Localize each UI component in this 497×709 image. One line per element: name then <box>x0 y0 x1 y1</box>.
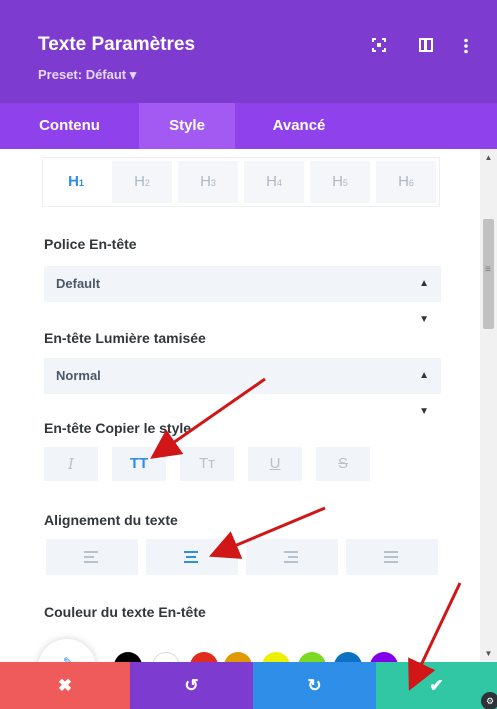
heading-level-tab[interactable]: H2 <box>112 161 172 203</box>
tab-style[interactable]: Style <box>139 103 235 149</box>
tab-advanced[interactable]: Avancé <box>235 103 363 149</box>
weight-select-value: Normal <box>56 368 101 383</box>
scroll-down-arrow-icon[interactable]: ▼ <box>480 645 497 662</box>
font-select-value: Default <box>56 276 101 291</box>
color-swatch[interactable] <box>262 652 290 662</box>
align-center-button[interactable] <box>146 539 238 575</box>
updown-arrow-icon: ▲ ▼ <box>419 370 429 417</box>
italic-button[interactable]: I <box>44 447 98 481</box>
panel-title: Texte Paramètres <box>38 34 196 55</box>
align-right-button[interactable] <box>246 539 338 575</box>
align-left-icon <box>84 551 100 563</box>
color-swatch[interactable] <box>152 652 180 662</box>
align-justify-icon <box>384 551 400 563</box>
align-right-icon <box>284 551 300 563</box>
strikethrough-button[interactable]: S <box>316 447 370 481</box>
grip-icon: ≡ <box>485 264 491 275</box>
align-left-button[interactable] <box>46 539 138 575</box>
help-icon[interactable]: ⚙ <box>481 692 497 709</box>
heading-level-tab[interactable]: H6 <box>376 161 436 203</box>
footer-actions: ✖ ↺ ↻ ✔ <box>0 662 497 709</box>
more-options-icon[interactable] <box>457 38 475 56</box>
color-swatch[interactable] <box>334 652 362 662</box>
preset-dropdown[interactable]: Preset: Défaut ▾ <box>38 67 136 83</box>
scrollbar[interactable]: ▲ ≡ ▼ <box>480 149 497 662</box>
scroll-thumb[interactable]: ≡ <box>483 219 494 329</box>
redo-button[interactable]: ↻ <box>253 662 376 709</box>
heading-level-tab[interactable]: H1 <box>46 161 106 203</box>
color-swatch[interactable] <box>298 652 326 662</box>
align-center-icon <box>184 551 200 563</box>
color-swatch[interactable] <box>224 652 252 662</box>
expand-icon[interactable] <box>370 38 388 56</box>
uppercase-button[interactable]: TT <box>112 447 166 481</box>
split-view-icon[interactable] <box>417 38 435 56</box>
settings-content: H1 H2 H3 H4 H5 H6 Police En-tête Default… <box>0 149 480 662</box>
weight-select[interactable]: Normal ▲ ▼ <box>44 358 441 417</box>
underline-button[interactable]: U <box>248 447 302 481</box>
updown-arrow-icon: ▲ ▼ <box>419 278 429 325</box>
color-swatch[interactable] <box>370 652 398 662</box>
color-label: Couleur du texte En-tête <box>44 604 206 620</box>
scroll-up-arrow-icon[interactable]: ▲ <box>480 149 497 166</box>
color-swatch[interactable] <box>190 652 218 662</box>
color-swatch[interactable] <box>114 652 142 662</box>
weight-label: En-tête Lumière tamisée <box>44 330 206 346</box>
eyedropper-icon: ✎ <box>63 655 74 662</box>
heading-level-tabs: H1 H2 H3 H4 H5 H6 <box>42 157 440 207</box>
settings-header: Texte Paramètres Preset: Défaut ▾ <box>0 0 497 103</box>
save-button[interactable]: ✔ <box>376 662 497 709</box>
color-picker-button[interactable]: ✎ <box>38 639 96 662</box>
cancel-button[interactable]: ✖ <box>0 662 130 709</box>
heading-level-tab[interactable]: H4 <box>244 161 304 203</box>
style-label: En-tête Copier le style <box>44 420 192 436</box>
heading-level-tab[interactable]: H3 <box>178 161 238 203</box>
heading-level-tab[interactable]: H5 <box>310 161 370 203</box>
alignment-label: Alignement du texte <box>44 512 178 528</box>
undo-button[interactable]: ↺ <box>130 662 253 709</box>
align-justify-button[interactable] <box>346 539 438 575</box>
tab-content[interactable]: Contenu <box>0 103 139 149</box>
settings-tabs: Contenu Style Avancé <box>0 103 497 149</box>
font-select[interactable]: Default ▲ ▼ <box>44 266 441 325</box>
font-label: Police En-tête <box>44 236 137 252</box>
capitalize-button[interactable]: Tт <box>180 447 234 481</box>
